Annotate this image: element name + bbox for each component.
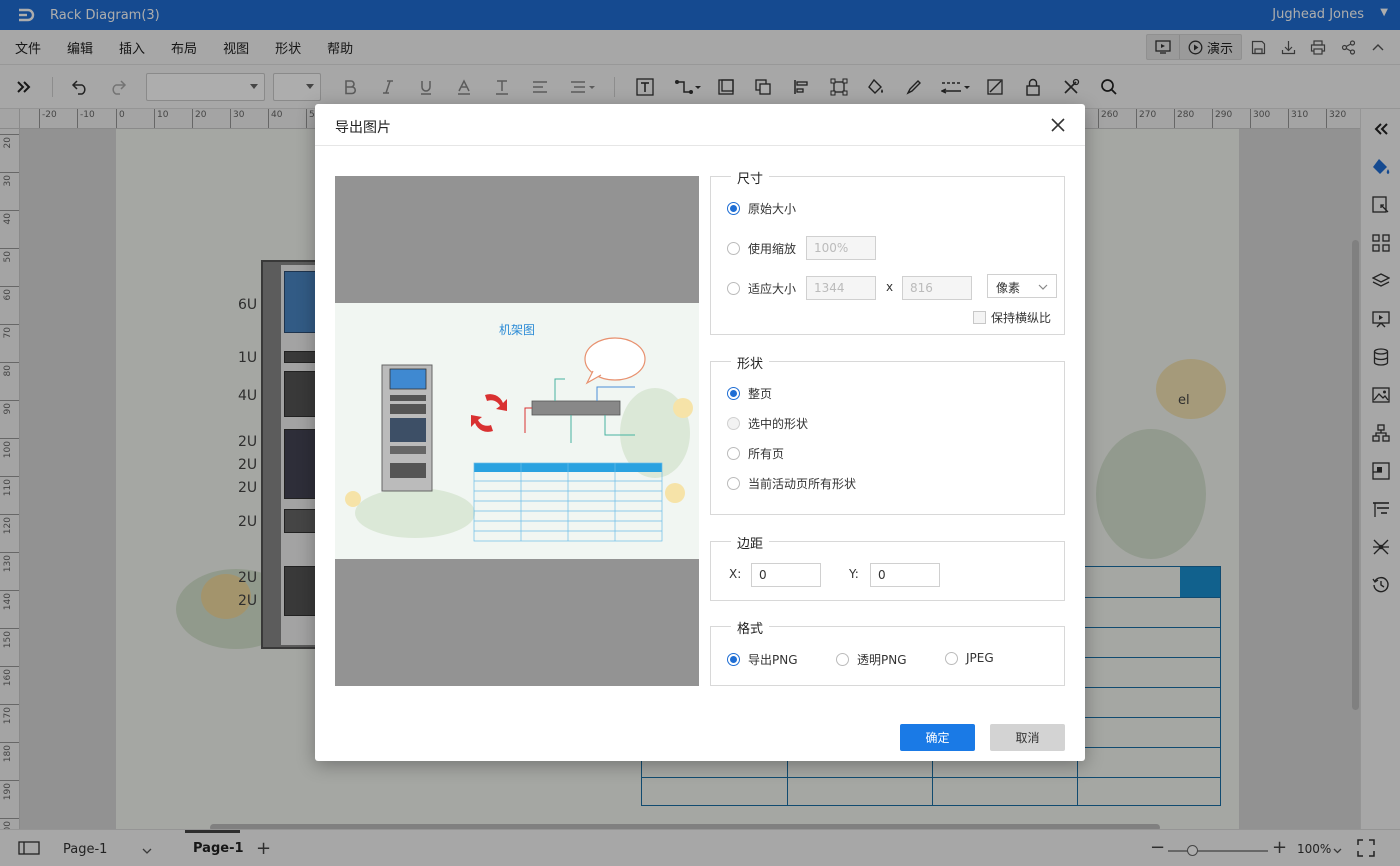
shape-whole-page-radio[interactable] [727, 387, 740, 400]
shape-group: 形状 整页 选中的形状 所有页 当前活动页所有形状 [710, 353, 1065, 515]
cancel-button[interactable]: 取消 [990, 724, 1065, 751]
export-preview: 机架图 [335, 176, 699, 686]
unit-select-value: 像素 [996, 281, 1021, 295]
scale-input[interactable]: 100% [806, 236, 876, 260]
close-icon[interactable] [1049, 116, 1067, 134]
margin-x-label: X: [729, 567, 742, 581]
format-jpeg-option[interactable]: JPEG [945, 651, 994, 665]
dialog-title: 导出图片 [335, 120, 391, 136]
shape-whole-page-label: 整页 [748, 387, 773, 401]
keep-ratio-label: 保持横纵比 [991, 311, 1052, 325]
shape-all-pages-option[interactable]: 所有页 [727, 445, 784, 462]
size-scale-radio[interactable] [727, 242, 740, 255]
shape-legend: 形状 [731, 353, 770, 372]
height-input[interactable]: 816 [902, 276, 972, 300]
margin-y-input[interactable]: 0 [870, 563, 940, 587]
size-times-sign: x [886, 280, 894, 294]
size-fit-radio[interactable] [727, 282, 740, 295]
shape-selected-label: 选中的形状 [748, 417, 809, 431]
shape-selected-option[interactable]: 选中的形状 [727, 415, 808, 432]
preview-diagram-graphic [345, 337, 693, 542]
preview-thumbnail: 机架图 [335, 303, 699, 559]
format-transparent-png-radio[interactable] [836, 653, 849, 666]
shape-all-pages-label: 所有页 [748, 447, 785, 461]
shape-all-pages-radio[interactable] [727, 447, 740, 460]
unit-select[interactable]: 像素 [987, 274, 1057, 298]
shape-current-page-all-option[interactable]: 当前活动页所有形状 [727, 475, 856, 492]
size-original-option[interactable]: 原始大小 [727, 200, 796, 217]
format-transparent-png-label: 透明PNG [857, 653, 907, 667]
width-input[interactable]: 1344 [806, 276, 876, 300]
shape-current-page-all-label: 当前活动页所有形状 [748, 477, 857, 491]
keep-ratio-checkbox[interactable] [973, 311, 986, 324]
shape-whole-page-option[interactable]: 整页 [727, 385, 772, 402]
size-legend: 尺寸 [731, 168, 770, 187]
size-scale-label: 使用缩放 [748, 242, 797, 256]
ok-button[interactable]: 确定 [900, 724, 975, 751]
margin-legend: 边距 [731, 533, 770, 552]
format-jpeg-radio[interactable] [945, 651, 958, 665]
size-original-label: 原始大小 [748, 202, 797, 216]
chevron-down-icon [1038, 280, 1048, 294]
format-legend: 格式 [731, 618, 770, 637]
format-png-radio[interactable] [727, 653, 740, 666]
size-fit-label: 适应大小 [748, 282, 797, 296]
format-group: 格式 导出PNG 透明PNG JPEG [710, 618, 1065, 686]
keep-ratio-option[interactable]: 保持横纵比 [973, 309, 1051, 326]
format-jpeg-label: JPEG [966, 651, 994, 665]
format-transparent-png-option[interactable]: 透明PNG [836, 651, 907, 668]
shape-current-page-all-radio[interactable] [727, 477, 740, 490]
size-fit-option[interactable]: 适应大小 [727, 280, 796, 297]
margin-x-input[interactable]: 0 [751, 563, 821, 587]
size-group: 尺寸 原始大小 使用缩放 100% 适应大小 1344 x 816 像素 保持横… [710, 168, 1065, 335]
dialog-header: 导出图片 [315, 104, 1085, 146]
margin-group: 边距 X: 0 Y: 0 [710, 533, 1065, 601]
export-image-dialog: 导出图片 机架图 尺寸 原始大小 使用缩放 100% 适应大小 1344 x 8… [315, 104, 1085, 761]
shape-selected-radio[interactable] [727, 417, 740, 430]
format-png-label: 导出PNG [748, 653, 798, 667]
margin-y-label: Y: [849, 567, 859, 581]
format-png-option[interactable]: 导出PNG [727, 651, 798, 668]
size-original-radio[interactable] [727, 202, 740, 215]
size-scale-option[interactable]: 使用缩放 [727, 240, 796, 257]
